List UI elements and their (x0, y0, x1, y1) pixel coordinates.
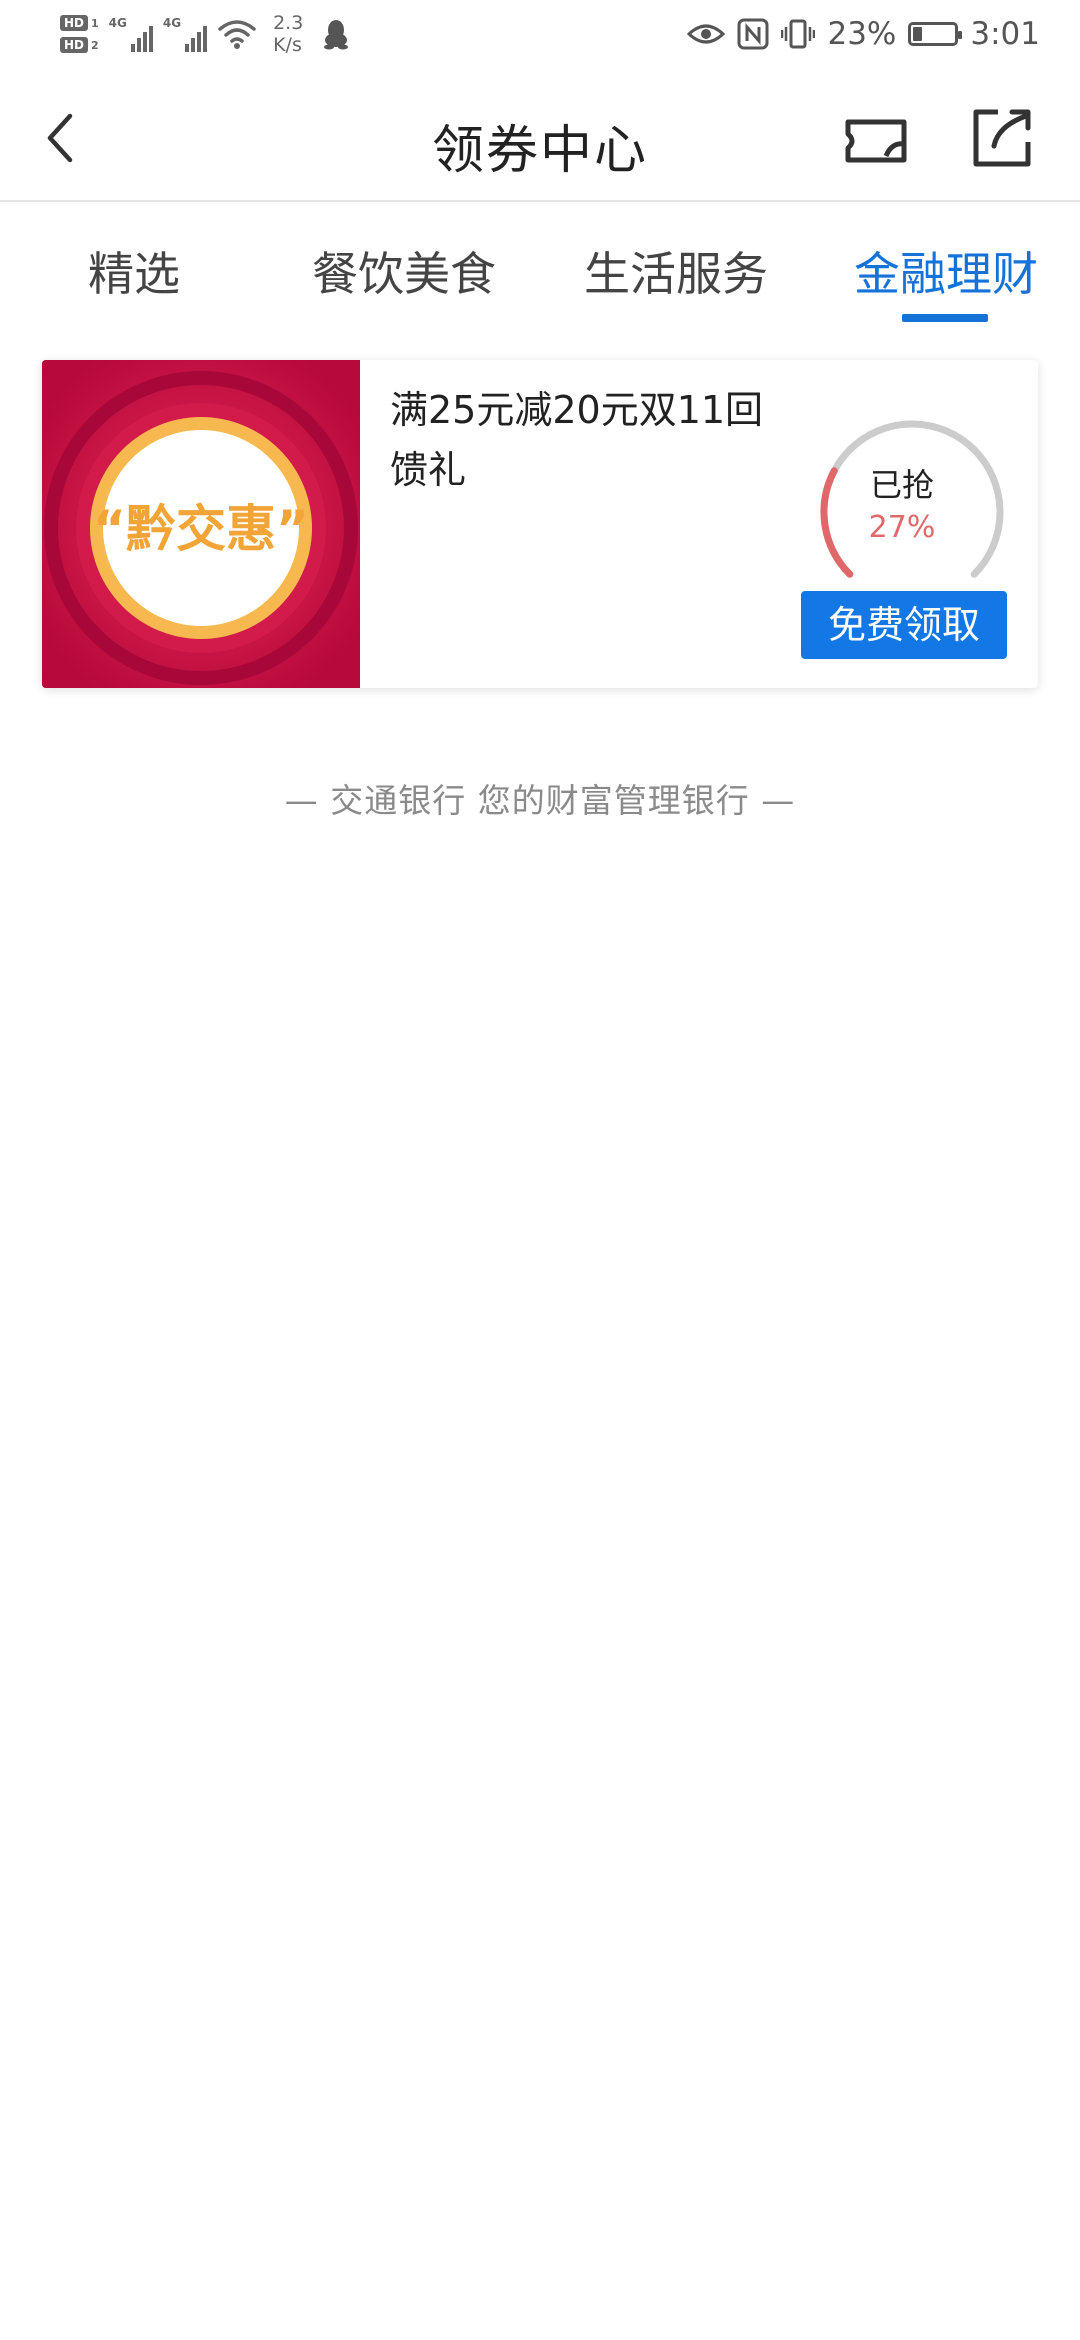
hd-2-icon: HD (60, 37, 89, 53)
hd-2-sub: 2 (91, 38, 99, 52)
status-time: 3:01 (970, 16, 1040, 52)
qq-penguin-icon (324, 20, 349, 50)
signal-icon: 4G (109, 16, 153, 52)
network-type-1: 4G (108, 16, 127, 30)
claimed-label: 已抢 (869, 466, 934, 504)
hd-1-icon: HD (60, 15, 89, 31)
eye-icon (687, 24, 726, 44)
status-bar: HD 1 HD 2 4G 4G 2.3 K/s 23% 3:01 (0, 0, 1080, 78)
wifi-icon (218, 20, 256, 49)
category-tabs: 精选 餐饮美食 生活服务 金融理财 (0, 202, 1080, 332)
coupon-image-text: “黔交惠” (93, 500, 309, 558)
active-tab-indicator (902, 314, 988, 322)
signal-icon: 4G (162, 16, 208, 52)
hd-1-sub: 1 (91, 16, 99, 30)
claimed-percent: 27% (868, 510, 936, 545)
app-screen: HD 1 HD 2 4G 4G 2.3 K/s 23% 3:01 领券中心 精选… (0, 0, 1080, 2340)
page-title: 领券中心 (431, 121, 648, 181)
hd-indicators: HD 1 HD 2 (60, 15, 99, 53)
network-type-2: 4G (162, 16, 182, 30)
speed-value: 2.3 (273, 12, 304, 34)
speed-unit: K/s (273, 34, 302, 56)
share-icon[interactable] (970, 106, 1034, 170)
tab-life-services[interactable]: 生活服务 (584, 238, 768, 304)
nfc-icon (737, 18, 769, 50)
battery-percent: 23% (827, 16, 897, 52)
status-bar-right: 23% 3:01 (687, 16, 1040, 52)
tab-featured[interactable]: 精选 (88, 238, 180, 304)
ticket-icon[interactable] (842, 114, 910, 168)
coupon-title: 满25元减20元双11回馈礼 (390, 388, 764, 492)
coupon-card[interactable]: “黔交惠” 满25元减20元双11回馈礼 已抢 27% 免费领取 (42, 360, 1038, 688)
vibrate-icon (781, 19, 816, 49)
coupon-logo-image: “黔交惠” (42, 360, 360, 688)
coupon-image: “黔交惠” (42, 360, 360, 688)
tab-finance[interactable]: 金融理财 (854, 238, 1038, 304)
status-bar-left: HD 1 HD 2 4G 4G 2.3 K/s (60, 12, 349, 56)
tab-food-dining[interactable]: 餐饮美食 (312, 238, 496, 304)
app-header: 领券中心 (0, 78, 1080, 202)
bank-slogan: — 交通银行 您的财富管理银行 — (284, 781, 796, 820)
claim-button[interactable]: 免费领取 (801, 591, 1007, 659)
network-speed: 2.3 K/s (273, 12, 303, 56)
battery-icon (908, 22, 963, 46)
battery-level (913, 27, 923, 41)
